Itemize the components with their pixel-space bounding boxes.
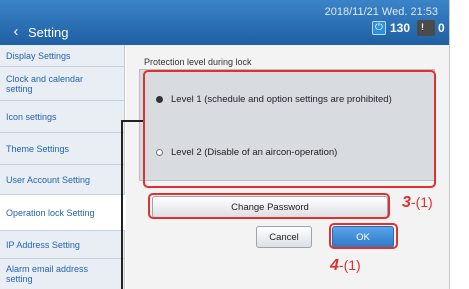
annotation-4-sub: -(1) — [338, 257, 361, 273]
alarm-icon — [417, 20, 435, 36]
change-password-highlight — [148, 193, 390, 219]
leader-line — [121, 120, 123, 289]
datetime: 2018/11/21 Wed. 21:53 — [324, 6, 438, 18]
alarm-count: 0 — [438, 21, 445, 35]
sidebar-item-label: IP Address Setting — [6, 239, 80, 250]
sidebar-item-theme-settings[interactable]: Theme Settings — [0, 133, 125, 165]
sidebar-item-label: Operation lock Setting — [6, 207, 95, 218]
device-screen: ‹ Setting 2018/11/21 Wed. 21:53 ⏻ 130 ! … — [0, 0, 450, 289]
section-label: Protection level during lock — [144, 57, 252, 67]
cancel-button[interactable]: Cancel — [256, 226, 312, 248]
sidebar: Display Settings Clock and calendar sett… — [0, 45, 125, 289]
annotation-4-number: 4 — [330, 257, 339, 274]
sidebar-item-label: Icon settings — [6, 111, 57, 122]
power-count: 130 — [390, 21, 411, 35]
leader-line-h — [121, 120, 143, 122]
sidebar-item-label: User Account Setting — [6, 174, 91, 185]
back-icon[interactable]: ‹ — [8, 24, 24, 40]
sidebar-item-icon-settings[interactable]: Icon settings — [0, 101, 125, 133]
sidebar-item-label: Alarm email address setting — [6, 264, 89, 284]
alarm-icon-glyph: ! — [421, 22, 424, 32]
sidebar-item-label: Clock and calendar setting — [6, 73, 84, 94]
sidebar-item-clock-calendar[interactable]: Clock and calendar setting — [0, 67, 125, 101]
cancel-label: Cancel — [269, 231, 299, 243]
sidebar-item-alarm-email[interactable]: Alarm email address setting — [0, 259, 125, 289]
options-highlight — [143, 70, 436, 188]
annotation-4: 4-(1) — [330, 257, 361, 275]
page-title: Setting — [28, 25, 69, 40]
sidebar-item-operation-lock[interactable]: Operation lock Setting — [0, 195, 125, 231]
sidebar-item-label: Theme Settings — [6, 143, 70, 154]
sidebar-item-display-settings[interactable]: Display Settings — [0, 45, 125, 67]
annotation-3-number: 3 — [402, 194, 411, 211]
ok-highlight — [329, 223, 398, 249]
annotation-3: 3-(1) — [402, 194, 433, 212]
sidebar-item-user-account[interactable]: User Account Setting — [0, 165, 125, 195]
annotation-3-sub: -(1) — [410, 194, 433, 210]
sidebar-item-label: Display Settings — [6, 50, 71, 61]
power-icon: ⏻ — [372, 21, 386, 35]
sidebar-item-ip-address[interactable]: IP Address Setting — [0, 231, 125, 259]
header-bar: ‹ Setting 2018/11/21 Wed. 21:53 ⏻ 130 ! … — [0, 0, 449, 45]
